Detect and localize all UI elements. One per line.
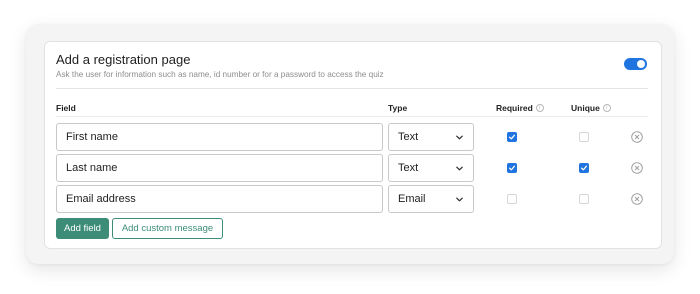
- header-type-label: Type: [388, 103, 408, 113]
- field-name-input[interactable]: First name: [56, 123, 383, 151]
- field-type-value: Text: [398, 131, 419, 143]
- info-icon[interactable]: i: [602, 104, 611, 112]
- chevron-down-icon: [456, 135, 463, 140]
- required-checkbox[interactable]: [507, 163, 517, 173]
- field-type-value: Text: [398, 162, 419, 174]
- header-required-label: Required: [496, 103, 533, 113]
- header-type: Type: [388, 103, 407, 113]
- header-field-label: Field: [56, 103, 76, 113]
- required-checkbox[interactable]: [507, 194, 517, 204]
- unique-checkbox[interactable]: [579, 194, 589, 204]
- field-type-select[interactable]: Text: [388, 123, 474, 151]
- checkmark-icon: [508, 134, 516, 140]
- checkmark-icon: [508, 165, 516, 171]
- toggle-knob-icon: [637, 60, 645, 68]
- field-row: First name Text: [0, 123, 700, 151]
- field-name-input[interactable]: Email address: [56, 185, 383, 213]
- section-divider: [56, 88, 648, 89]
- header-required: Required i: [496, 103, 544, 113]
- field-row: Last name Text: [0, 154, 700, 182]
- registration-toggle[interactable]: [624, 58, 647, 70]
- header-field: Field: [56, 103, 76, 113]
- field-type-value: Email: [398, 193, 426, 205]
- field-type-select[interactable]: Email: [388, 185, 474, 213]
- header-unique-label: Unique: [571, 103, 600, 113]
- section-subtitle: Ask the user for information such as nam…: [56, 70, 384, 79]
- field-type-select[interactable]: Text: [388, 154, 474, 182]
- add-field-button[interactable]: Add field: [56, 218, 109, 239]
- chevron-down-icon: [456, 197, 463, 202]
- required-checkbox[interactable]: [507, 132, 517, 142]
- header-unique: Unique i: [571, 103, 611, 113]
- add-custom-message-button[interactable]: Add custom message: [112, 218, 223, 239]
- section-title: Add a registration page: [56, 52, 191, 67]
- header-divider: [56, 116, 648, 117]
- unique-checkbox[interactable]: [579, 163, 589, 173]
- close-circle-icon[interactable]: [631, 131, 643, 143]
- field-row: Email address Email: [0, 185, 700, 213]
- unique-checkbox[interactable]: [579, 132, 589, 142]
- info-icon[interactable]: i: [535, 104, 544, 112]
- close-circle-icon[interactable]: [631, 162, 643, 174]
- checkmark-icon: [580, 165, 588, 171]
- field-name-input[interactable]: Last name: [56, 154, 383, 182]
- close-circle-icon[interactable]: [631, 193, 643, 205]
- chevron-down-icon: [456, 166, 463, 171]
